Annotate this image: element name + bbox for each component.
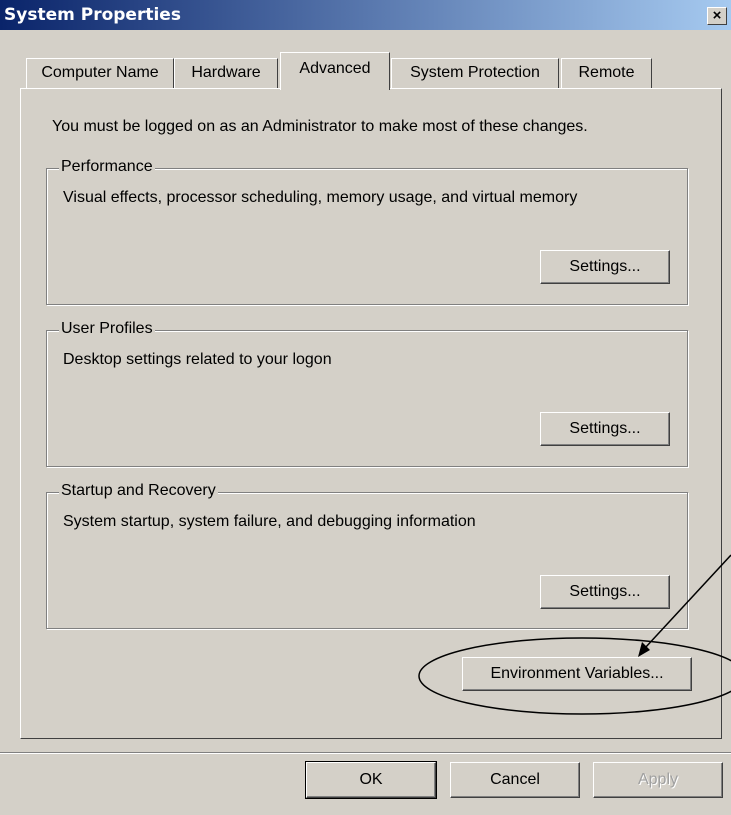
tab-system-protection[interactable]: System Protection bbox=[391, 58, 559, 88]
cancel-button[interactable]: Cancel bbox=[450, 762, 580, 798]
title-bar[interactable]: System Properties × bbox=[0, 0, 731, 30]
admin-notice: You must be logged on as an Administrato… bbox=[52, 118, 588, 135]
window-title: System Properties bbox=[4, 5, 181, 25]
performance-description: Visual effects, processor scheduling, me… bbox=[63, 189, 578, 206]
tab-remote[interactable]: Remote bbox=[561, 58, 652, 88]
ok-button[interactable]: OK bbox=[305, 761, 437, 799]
user-profiles-description: Desktop settings related to your logon bbox=[63, 351, 332, 368]
user-profiles-group: User Profiles Desktop settings related t… bbox=[46, 320, 688, 467]
tab-hardware[interactable]: Hardware bbox=[174, 58, 278, 88]
startup-recovery-description: System startup, system failure, and debu… bbox=[63, 513, 476, 530]
tab-computer-name[interactable]: Computer Name bbox=[26, 58, 174, 88]
footer-divider bbox=[0, 752, 731, 754]
performance-group-title: Performance bbox=[59, 158, 155, 176]
user-profiles-group-title: User Profiles bbox=[59, 320, 155, 338]
performance-settings-button[interactable]: Settings... bbox=[540, 250, 670, 284]
startup-recovery-settings-button[interactable]: Settings... bbox=[540, 575, 670, 609]
startup-recovery-group-title: Startup and Recovery bbox=[59, 482, 218, 500]
close-button[interactable]: × bbox=[707, 7, 727, 25]
system-properties-dialog: System Properties × Computer Name Hardwa… bbox=[0, 0, 731, 815]
environment-variables-button[interactable]: Environment Variables... bbox=[462, 657, 692, 691]
tab-advanced[interactable]: Advanced bbox=[280, 52, 390, 90]
apply-button[interactable]: Apply bbox=[593, 762, 723, 798]
user-profiles-settings-button[interactable]: Settings... bbox=[540, 412, 670, 446]
performance-group: Performance Visual effects, processor sc… bbox=[46, 158, 688, 305]
